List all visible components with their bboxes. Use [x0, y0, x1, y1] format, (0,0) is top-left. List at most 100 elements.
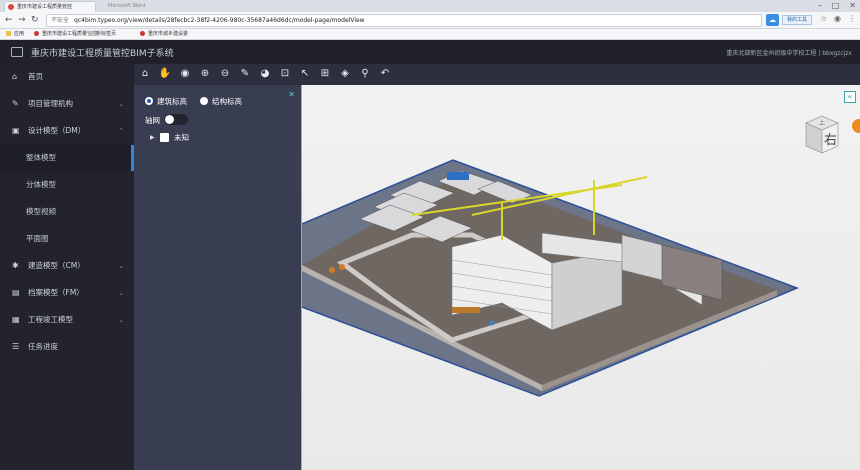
file-icon: ▤ — [12, 288, 20, 297]
app-title: 重庆市建设工程质量管控BIM子系统 — [31, 49, 174, 59]
favicon-icon — [8, 4, 14, 10]
markup-pen-icon[interactable]: ✎ — [238, 67, 252, 81]
sidebar-item-label: 设计模型（DM） — [28, 126, 86, 135]
chevron-down-icon: ⌄ — [118, 289, 124, 297]
forward-icon[interactable]: → — [18, 15, 26, 26]
orbit-eye-icon[interactable]: ◉ — [178, 67, 192, 81]
home-icon: ⌂ — [12, 72, 18, 81]
sidebar-item-completion-model[interactable]: ▦ 工程竣工模型 ⌄ — [0, 307, 134, 333]
sidebar-subitem-label: 平面图 — [26, 234, 49, 243]
material-stack — [452, 307, 480, 313]
tree-checkbox[interactable] — [160, 133, 169, 142]
list-icon: ☰ — [12, 342, 20, 351]
radio-building-elevation[interactable] — [145, 97, 153, 105]
sidebar-subitem-split-model[interactable]: 分体模型 — [0, 172, 134, 198]
measure-icon[interactable]: ⚲ — [358, 67, 372, 81]
sidebar-subitem-whole-model[interactable]: 整体模型 — [0, 145, 134, 171]
fit-icon[interactable]: ⊞ — [318, 67, 332, 81]
zoom-in-icon[interactable]: ⊕ — [198, 67, 212, 81]
tree-item-label: 未知 — [174, 133, 189, 142]
extension-icon[interactable]: ◉ — [834, 14, 841, 23]
viewcube[interactable]: 上 右 — [802, 113, 842, 157]
site-office — [447, 172, 469, 180]
folder-icon: ▣ — [12, 126, 20, 135]
gear-icon: ✱ — [12, 261, 19, 270]
expand-panel-icon[interactable]: « — [844, 91, 856, 103]
minimize-icon[interactable]: – — [818, 0, 822, 12]
sidebar: ⌂ 首页 ✎ 项目管理机构 ⌄ ▣ 设计模型（DM） ⌃ 整体模型 分体模型 模… — [0, 64, 134, 470]
close-icon[interactable]: ✕ — [288, 90, 295, 99]
maximize-icon[interactable]: □ — [832, 0, 840, 12]
sidebar-item-project-org[interactable]: ✎ 项目管理机构 ⌄ — [0, 91, 134, 117]
chevron-down-icon: ⌄ — [118, 262, 124, 270]
chevron-up-icon: ⌃ — [118, 127, 124, 135]
reload-icon[interactable]: ↻ — [31, 15, 39, 26]
tab-title-2: Microsoft Word — [108, 3, 146, 9]
bookmark-label: 重庆市城乡建设委 — [148, 31, 189, 37]
zoom-out-icon[interactable]: ⊖ — [218, 67, 232, 81]
cube-icon[interactable]: ◈ — [338, 67, 352, 81]
sidebar-subitem-label: 模型视频 — [26, 207, 56, 216]
chevron-down-icon: ⌄ — [118, 316, 124, 324]
excavator-1 — [329, 267, 335, 273]
undo-icon[interactable]: ↶ — [378, 67, 392, 81]
bookmark-newtab[interactable]: 新标签页 — [88, 29, 116, 39]
project-name[interactable]: 重庆北部新区金州初级中学校工程 | bbxgzcjzx — [726, 48, 852, 57]
security-indicator[interactable]: 不安全 — [51, 17, 69, 24]
site-icon — [140, 31, 145, 36]
page-icon — [88, 31, 93, 36]
browser-tab-2[interactable]: Microsoft Word — [100, 1, 190, 12]
sidebar-subitem-label: 整体模型 — [26, 153, 56, 162]
sidebar-subitem-model-video[interactable]: 模型视频 — [0, 199, 134, 225]
extension-cloud-icon[interactable]: ☁ — [766, 14, 779, 26]
window-controls: – □ ✕ — [818, 0, 856, 12]
sidebar-item-label: 档案模型（FM） — [28, 288, 84, 297]
sidebar-item-home[interactable]: ⌂ 首页 — [0, 64, 134, 90]
bim-model-scene[interactable] — [302, 85, 860, 470]
sidebar-item-construction-model[interactable]: ✱ 建造模型（CM） ⌄ — [0, 253, 134, 279]
axis-grid-toggle[interactable] — [164, 114, 188, 125]
floating-action-button[interactable] — [852, 119, 860, 133]
viewer-toolbar: ⌂ ✋ ◉ ⊕ ⊖ ✎ ◕ ⊡ ↖ ⊞ ◈ ⚲ ↶ — [134, 64, 860, 85]
browser-tab-3[interactable] — [196, 1, 276, 12]
monitor-logo-icon — [11, 47, 23, 57]
radio-structure-elevation[interactable] — [200, 97, 208, 105]
tree-expand-icon[interactable]: ▶ — [150, 134, 155, 141]
grid-icon: ▦ — [12, 315, 20, 324]
bookmark-label: 应用 — [14, 31, 25, 37]
viewcube-top-label: 上 — [819, 119, 825, 127]
site-icon — [34, 31, 39, 36]
bookmark-star-icon[interactable]: ☆ — [820, 14, 827, 23]
app-header: 重庆市建设工程质量管控BIM子系统 重庆北部新区金州初级中学校工程 | bbxg… — [0, 40, 860, 64]
sidebar-item-task-progress[interactable]: ☰ 任务进度 — [0, 334, 134, 360]
sidebar-subitem-label: 分体模型 — [26, 180, 56, 189]
sidebar-item-archive-model[interactable]: ▤ 档案模型（FM） ⌄ — [0, 280, 134, 306]
bookmark-label: 新标签页 — [96, 31, 117, 37]
extension-button[interactable]: 我的工具 — [782, 15, 812, 25]
url-text: qc4bim.typeo.org/view/details/28fecbc2-3… — [74, 17, 365, 24]
edit-icon: ✎ — [12, 99, 19, 108]
radio-building-label: 建筑标高 — [157, 97, 187, 106]
section-icon[interactable]: ◕ — [258, 67, 272, 81]
model-viewport[interactable]: « 上 右 — [302, 85, 860, 470]
sidebar-item-label: 建造模型（CM） — [28, 261, 85, 270]
pan-hand-icon[interactable]: ✋ — [158, 67, 172, 81]
sidebar-item-label: 首页 — [28, 72, 43, 81]
sidebar-item-label: 项目管理机构 — [28, 99, 73, 108]
back-icon[interactable]: ← — [5, 15, 13, 26]
menu-dots-icon[interactable]: ⋮ — [848, 14, 856, 23]
sidebar-item-label: 任务进度 — [28, 342, 58, 351]
browser-tab-active[interactable]: 重庆市建设工程质量管控 — [4, 1, 96, 12]
zoom-window-icon[interactable]: ⊡ — [278, 67, 292, 81]
chevron-down-icon: ⌄ — [118, 100, 124, 108]
sidebar-item-design-model[interactable]: ▣ 设计模型（DM） ⌃ — [0, 118, 134, 144]
bookmark-apps[interactable]: 应用 — [6, 29, 24, 39]
apps-icon — [6, 31, 11, 36]
home-view-icon[interactable]: ⌂ — [138, 67, 152, 81]
select-cursor-icon[interactable]: ↖ — [298, 67, 312, 81]
bookmarks-bar: 应用 重庆市建设工程质量管控 新标签页 重庆市城乡建设委 — [0, 29, 860, 40]
url-input[interactable]: 不安全 qc4bim.typeo.org/view/details/28fecbc… — [46, 14, 762, 27]
close-window-icon[interactable]: ✕ — [849, 0, 856, 12]
bookmark-cq[interactable]: 重庆市城乡建设委 — [140, 29, 188, 39]
sidebar-subitem-floor-plan[interactable]: 平面图 — [0, 226, 134, 252]
